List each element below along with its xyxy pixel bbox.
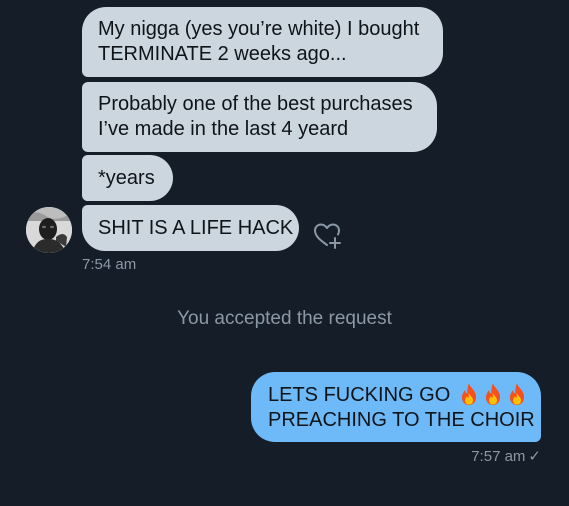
incoming-message-bubble[interactable]: My nigga (yes you’re white) I bought TER… <box>82 7 443 77</box>
message-text-line: I’ve made in the last 4 yeard <box>98 118 349 140</box>
heart-plus-icon[interactable] <box>311 219 343 251</box>
fire-emoji-icon <box>485 383 500 405</box>
fire-emoji-icon <box>461 383 476 405</box>
timestamp-text: 7:57 am <box>471 448 526 465</box>
message-text-line: My nigga (yes you’re white) I bought <box>98 18 420 40</box>
system-message: You accepted the request <box>177 308 392 329</box>
message-text-line: PREACHING TO THE CHOIR <box>268 409 535 431</box>
read-check-icon: ✓ <box>528 448 541 465</box>
incoming-message-bubble[interactable]: *years <box>82 155 173 201</box>
message-text-line: LETS FUCKING GO <box>268 382 525 408</box>
message-text-line: *years <box>98 167 155 189</box>
message-timestamp: 7:57 am ✓ <box>471 447 541 465</box>
message-text-line: SHIT IS A LIFE HACK <box>98 217 294 239</box>
message-timestamp: 7:54 am <box>82 256 137 273</box>
incoming-message-bubble[interactable]: Probably one of the best purchases I’ve … <box>82 82 437 152</box>
message-text-line: Probably one of the best purchases <box>98 93 413 115</box>
outgoing-message-bubble[interactable]: LETS FUCKING GO PREACHING TO THE CHOIR <box>251 372 541 442</box>
fire-emoji-icon <box>509 383 524 405</box>
fire-emoji-row <box>456 383 528 406</box>
avatar-photo <box>26 207 72 253</box>
message-text: LETS FUCKING GO <box>268 384 451 406</box>
message-text-line: TERMINATE 2 weeks ago... <box>98 43 347 65</box>
incoming-message-bubble[interactable]: SHIT IS A LIFE HACK <box>82 205 299 251</box>
sender-avatar[interactable] <box>26 207 72 253</box>
